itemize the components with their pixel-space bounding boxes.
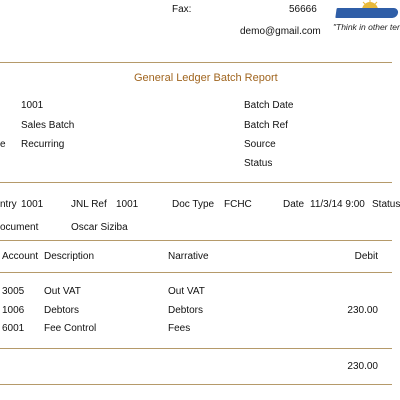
batch-name-value: Sales Batch <box>21 120 75 131</box>
row-debit: 230.00 <box>347 305 378 316</box>
divider-entry <box>0 240 392 241</box>
report-title: General Ledger Batch Report <box>134 72 278 84</box>
batch-type-value: Recurring <box>21 139 65 150</box>
status-label: Status <box>244 158 273 169</box>
entry-value: 1001 <box>21 199 44 210</box>
document-label: ocument <box>0 222 39 233</box>
jnl-ref-label: JNL Ref <box>71 199 107 210</box>
row-narrative: Fees <box>168 323 191 334</box>
batch-date-label: Batch Date <box>244 100 294 111</box>
row-account: 6001 <box>2 323 25 334</box>
column-debit: Debit <box>354 251 378 262</box>
divider-top <box>0 62 392 63</box>
row-description: Fee Control <box>44 323 97 334</box>
row-description: Out VAT <box>44 286 81 297</box>
divider-bottom <box>0 384 392 385</box>
column-description: Description <box>44 251 95 262</box>
jnl-ref-value: 1001 <box>116 199 139 210</box>
row-account: 1006 <box>2 305 25 316</box>
doc-type-label: Doc Type <box>172 199 215 210</box>
row-narrative: Out VAT <box>168 286 205 297</box>
batch-type-label-fragment: e <box>0 139 6 150</box>
source-label: Source <box>244 139 276 150</box>
column-account: Account <box>2 251 39 262</box>
entry-status-label: Status <box>372 199 400 210</box>
logo-banner <box>335 8 399 18</box>
fax-label: Fax: <box>172 4 192 15</box>
entry-label: ntry <box>0 199 17 210</box>
date-label: Date <box>283 199 305 210</box>
doc-type-value: FCHC <box>224 199 252 210</box>
divider-batch <box>0 182 392 183</box>
date-value: 11/3/14 9:00 <box>310 199 365 210</box>
row-narrative: Debtors <box>168 305 204 316</box>
divider-table-header <box>0 272 392 273</box>
batch-ref-label: Batch Ref <box>244 120 288 131</box>
email-text: demo@gmail.com <box>240 26 321 37</box>
fax-value: 56666 <box>289 4 317 15</box>
total-debit: 230.00 <box>347 361 378 372</box>
divider-table-footer <box>0 348 392 349</box>
tagline: "Think in other terr <box>333 22 400 32</box>
column-narrative: Narrative <box>168 251 209 262</box>
document-value: Oscar Siziba <box>71 222 128 233</box>
row-account: 3005 <box>2 286 25 297</box>
batch-number-value: 1001 <box>21 100 44 111</box>
row-description: Debtors <box>44 305 80 316</box>
